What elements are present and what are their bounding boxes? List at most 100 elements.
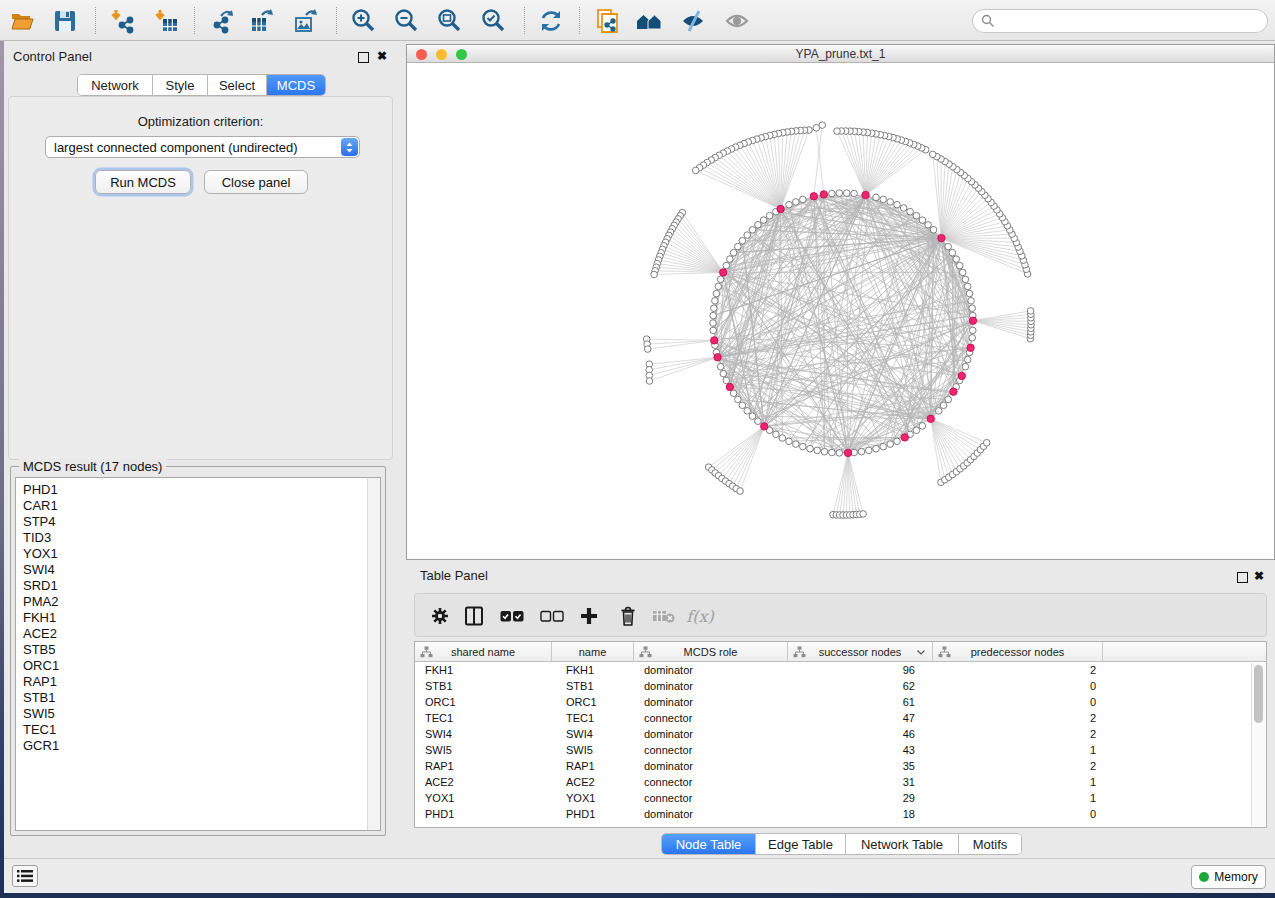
function-builder-icon[interactable]: f(x) (687, 605, 713, 627)
result-node[interactable]: CAR1 (23, 498, 380, 514)
result-node[interactable]: TEC1 (23, 722, 380, 738)
result-node[interactable]: STP4 (23, 514, 380, 530)
cell-name: ORC1 (552, 694, 634, 710)
tab-node-table[interactable]: Node Table (662, 834, 756, 854)
result-node[interactable]: GCR1 (23, 738, 380, 754)
task-history-button[interactable] (12, 865, 38, 887)
column-header-shared-name[interactable]: shared name (415, 642, 552, 661)
save-session-icon[interactable] (48, 4, 82, 38)
table-row[interactable]: ORC1ORC1dominator610 (415, 694, 1266, 710)
table-body: FKH1FKH1dominator962STB1STB1dominator620… (415, 662, 1266, 822)
hide-selected-icon[interactable] (676, 4, 710, 38)
result-node[interactable]: SRD1 (23, 578, 380, 594)
zoom-in-icon[interactable] (347, 4, 381, 38)
application-window: Control Panel ✖ NetworkStyleSelectMCDS O… (0, 0, 1275, 898)
result-node[interactable]: YOX1 (23, 546, 380, 562)
zoom-fit-icon[interactable] (433, 4, 467, 38)
cell-MCDS-role: dominator (634, 758, 788, 774)
add-column-icon[interactable] (576, 605, 602, 627)
zoom-out-icon[interactable] (390, 4, 424, 38)
tab-select[interactable]: Select (208, 75, 267, 95)
memory-button[interactable]: Memory (1191, 865, 1266, 889)
criterion-dropdown[interactable]: largest connected component (undirected) (45, 136, 360, 158)
cell-name: FKH1 (552, 662, 634, 678)
close-panel-icon[interactable]: ✖ (377, 49, 387, 63)
column-header-name[interactable]: name (552, 642, 634, 661)
show-all-icon[interactable] (720, 4, 754, 38)
export-table-icon[interactable] (245, 4, 279, 38)
result-node[interactable]: SWI4 (23, 562, 380, 578)
table-row[interactable]: TEC1TEC1connector472 (415, 710, 1266, 726)
cell-predecessor-nodes: 1 (933, 742, 1103, 758)
table-toolbar: f(x) (414, 593, 1267, 637)
result-node[interactable]: TID3 (23, 530, 380, 546)
control-panel-title: Control Panel (13, 49, 92, 64)
tab-network[interactable]: Network (78, 75, 153, 95)
cell-shared-name: ORC1 (415, 694, 552, 710)
table-row[interactable]: FKH1FKH1dominator962 (415, 662, 1266, 678)
network-canvas[interactable] (407, 64, 1274, 559)
cell-MCDS-role: dominator (634, 678, 788, 694)
select-all-columns-icon[interactable] (499, 605, 525, 627)
control-panel: Control Panel ✖ NetworkStyleSelectMCDS O… (4, 42, 401, 858)
cell-name: PHD1 (552, 806, 634, 822)
result-node[interactable]: PHD1 (23, 482, 380, 498)
table-tabs: Node TableEdge TableNetwork TableMotifs (661, 833, 1022, 855)
column-layout-icon[interactable] (461, 605, 487, 627)
result-node[interactable]: FKH1 (23, 610, 380, 626)
deselect-all-columns-icon[interactable] (539, 605, 565, 627)
cell-successor-nodes: 18 (788, 806, 933, 822)
column-header-predecessor-nodes[interactable]: predecessor nodes (933, 642, 1103, 661)
cell-MCDS-role: dominator (634, 662, 788, 678)
tab-mcds[interactable]: MCDS (267, 75, 325, 95)
export-image-icon[interactable] (289, 4, 323, 38)
table-row[interactable]: SWI4SWI4dominator462 (415, 726, 1266, 742)
column-header-MCDS-role[interactable]: MCDS role (634, 642, 788, 661)
table-settings-icon[interactable] (427, 605, 453, 627)
result-node[interactable]: RAP1 (23, 674, 380, 690)
table-row[interactable]: ACE2ACE2connector311 (415, 774, 1266, 790)
result-node[interactable]: SWI5 (23, 706, 380, 722)
column-header-successor-nodes[interactable]: successor nodes (788, 642, 933, 661)
result-node[interactable]: ACE2 (23, 626, 380, 642)
table-row[interactable]: YOX1YOX1connector291 (415, 790, 1266, 806)
float-window-icon[interactable] (358, 52, 369, 63)
table-row[interactable]: PHD1PHD1dominator180 (415, 806, 1266, 822)
cell-MCDS-role: connector (634, 790, 788, 806)
import-network-icon[interactable] (105, 4, 139, 38)
run-mcds-button[interactable]: Run MCDS (95, 170, 191, 194)
result-node[interactable]: PMA2 (23, 594, 380, 610)
table-row[interactable]: RAP1RAP1dominator352 (415, 758, 1266, 774)
table-row[interactable]: STB1STB1dominator620 (415, 678, 1266, 694)
tab-network-table[interactable]: Network Table (846, 834, 959, 854)
table-row[interactable]: SWI5SWI5connector431 (415, 742, 1266, 758)
clone-network-icon[interactable] (590, 4, 624, 38)
search-input[interactable] (972, 9, 1268, 33)
delete-table-icon[interactable] (651, 605, 677, 627)
first-neighbors-icon[interactable] (632, 4, 666, 38)
mcds-result-list[interactable]: PHD1CAR1STP4TID3YOX1SWI4SRD1PMA2FKH1ACE2… (15, 477, 381, 831)
close-table-panel-icon[interactable]: ✖ (1254, 569, 1264, 583)
float-table-panel-icon[interactable] (1237, 572, 1248, 583)
open-file-icon[interactable] (5, 4, 39, 38)
memory-label: Memory (1214, 870, 1257, 884)
cell-successor-nodes: 61 (788, 694, 933, 710)
result-node[interactable]: ORC1 (23, 658, 380, 674)
export-network-icon[interactable] (205, 4, 239, 38)
result-node[interactable]: STB1 (23, 690, 380, 706)
cell-successor-nodes: 62 (788, 678, 933, 694)
result-node[interactable]: STB5 (23, 642, 380, 658)
cell-successor-nodes: 29 (788, 790, 933, 806)
import-table-icon[interactable] (149, 4, 183, 38)
tab-style[interactable]: Style (153, 75, 208, 95)
close-panel-button[interactable]: Close panel (204, 170, 308, 194)
cell-MCDS-role: connector (634, 774, 788, 790)
tab-edge-table[interactable]: Edge Table (756, 834, 846, 854)
delete-column-icon[interactable] (615, 605, 641, 627)
tab-motifs[interactable]: Motifs (959, 834, 1021, 854)
refresh-layout-icon[interactable] (534, 4, 568, 38)
node-table[interactable]: shared namenameMCDS rolesuccessor nodesp… (414, 641, 1267, 828)
result-scrollbar[interactable] (367, 478, 380, 830)
zoom-selected-icon[interactable] (477, 4, 511, 38)
table-scrollbar[interactable] (1251, 663, 1265, 826)
